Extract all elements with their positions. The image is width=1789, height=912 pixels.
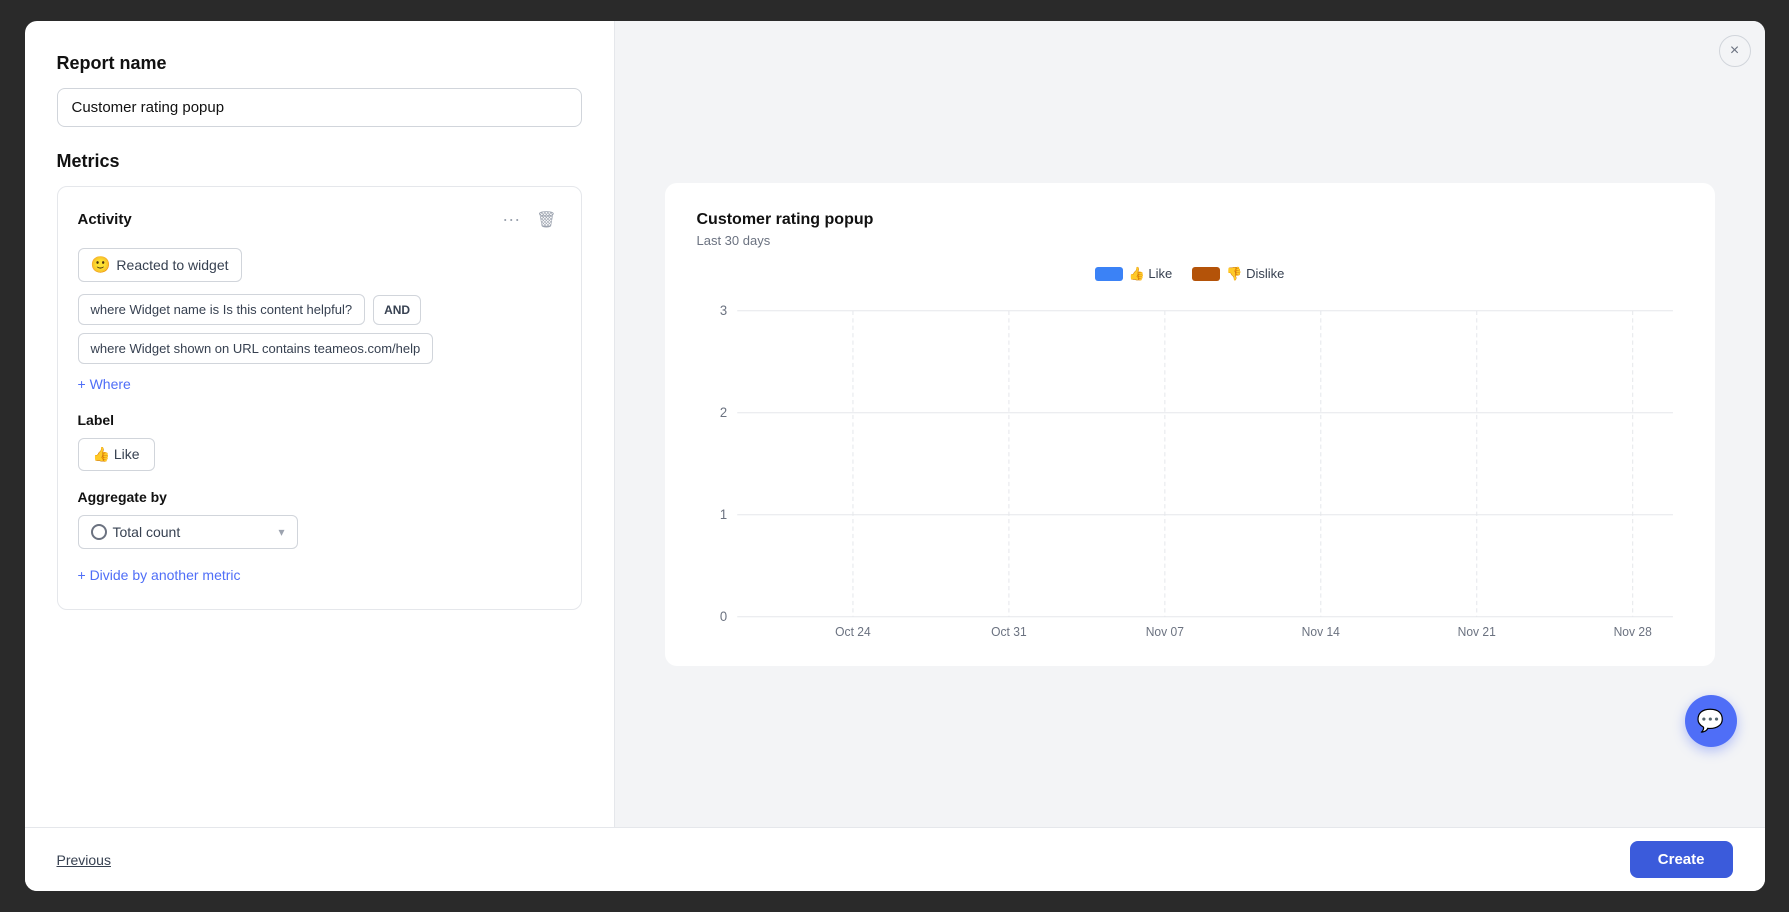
- modal-body: Report name Metrics Activity ··· 🗑 🙂 Rea…: [25, 21, 1765, 827]
- svg-text:2: 2: [719, 404, 726, 419]
- svg-text:Nov 14: Nov 14: [1301, 624, 1339, 637]
- right-panel: × Customer rating popup Last 30 days 👍 L…: [615, 21, 1765, 827]
- activity-label: Activity: [78, 211, 132, 228]
- where-condition-2-button[interactable]: where Widget shown on URL contains teame…: [78, 333, 434, 364]
- aggregate-by-label: Aggregate by: [78, 489, 561, 505]
- legend-item-like: 👍 Like: [1095, 266, 1173, 282]
- svg-text:0: 0: [719, 608, 726, 623]
- like-swatch: [1095, 267, 1123, 281]
- legend-dislike-label: 👎 Dislike: [1226, 266, 1284, 282]
- delete-metric-button[interactable]: 🗑: [532, 208, 560, 232]
- add-where-button[interactable]: + Where: [78, 376, 131, 392]
- smiley-icon: 🙂: [91, 255, 111, 275]
- modal-footer: Previous Create: [25, 827, 1765, 891]
- close-button[interactable]: ×: [1719, 35, 1751, 67]
- label-value-button[interactable]: 👍 Like: [78, 438, 155, 471]
- reacted-to-widget-button[interactable]: 🙂 Reacted to widget: [78, 248, 242, 282]
- legend-like-label: 👍 Like: [1129, 266, 1173, 282]
- report-modal: Report name Metrics Activity ··· 🗑 🙂 Rea…: [25, 21, 1765, 891]
- where-row-2: where Widget shown on URL contains teame…: [78, 333, 561, 364]
- left-panel: Report name Metrics Activity ··· 🗑 🙂 Rea…: [25, 21, 615, 827]
- chart-svg: 3 2 1 0: [697, 298, 1683, 638]
- legend-item-dislike: 👎 Dislike: [1192, 266, 1284, 282]
- label-section-label: Label: [78, 412, 561, 428]
- chart-area: 3 2 1 0: [697, 298, 1683, 638]
- aggregate-select-button[interactable]: Total count ▾: [78, 515, 298, 549]
- svg-text:Nov 21: Nov 21: [1457, 624, 1495, 637]
- chevron-down-icon: ▾: [278, 525, 284, 539]
- svg-text:1: 1: [719, 506, 726, 521]
- create-button[interactable]: Create: [1630, 841, 1733, 878]
- chat-fab-button[interactable]: 💬: [1685, 695, 1737, 747]
- report-name-input[interactable]: [57, 88, 582, 127]
- where-condition-1-button[interactable]: where Widget name is Is this content hel…: [78, 294, 366, 325]
- svg-text:Nov 28: Nov 28: [1613, 624, 1651, 637]
- reacted-label: Reacted to widget: [116, 257, 228, 273]
- chart-card: Customer rating popup Last 30 days 👍 Lik…: [665, 183, 1715, 666]
- and-badge: AND: [373, 295, 421, 325]
- svg-text:3: 3: [719, 302, 726, 317]
- total-count-icon: [91, 524, 107, 540]
- previous-button[interactable]: Previous: [57, 852, 111, 868]
- chat-icon: 💬: [1697, 708, 1724, 734]
- aggregate-select-inner: Total count: [91, 524, 181, 540]
- aggregate-value: Total count: [113, 524, 181, 540]
- metric-card: Activity ··· 🗑 🙂 Reacted to widget where…: [57, 186, 582, 610]
- more-options-button[interactable]: ···: [498, 207, 524, 232]
- chart-legend: 👍 Like 👎 Dislike: [697, 266, 1683, 282]
- where-row-1: where Widget name is Is this content hel…: [78, 294, 561, 325]
- where-conditions: where Widget name is Is this content hel…: [78, 294, 561, 364]
- report-name-label: Report name: [57, 53, 582, 74]
- svg-text:Oct 24: Oct 24: [835, 624, 871, 637]
- metric-card-header: Activity ··· 🗑: [78, 207, 561, 232]
- metrics-label: Metrics: [57, 151, 582, 172]
- chart-title: Customer rating popup: [697, 211, 1683, 229]
- metric-card-actions: ··· 🗑: [498, 207, 560, 232]
- svg-text:Oct 31: Oct 31: [991, 624, 1027, 637]
- divide-by-metric-button[interactable]: + Divide by another metric: [78, 567, 241, 583]
- dislike-swatch: [1192, 267, 1220, 281]
- svg-text:Nov 07: Nov 07: [1145, 624, 1183, 637]
- chart-subtitle: Last 30 days: [697, 233, 1683, 248]
